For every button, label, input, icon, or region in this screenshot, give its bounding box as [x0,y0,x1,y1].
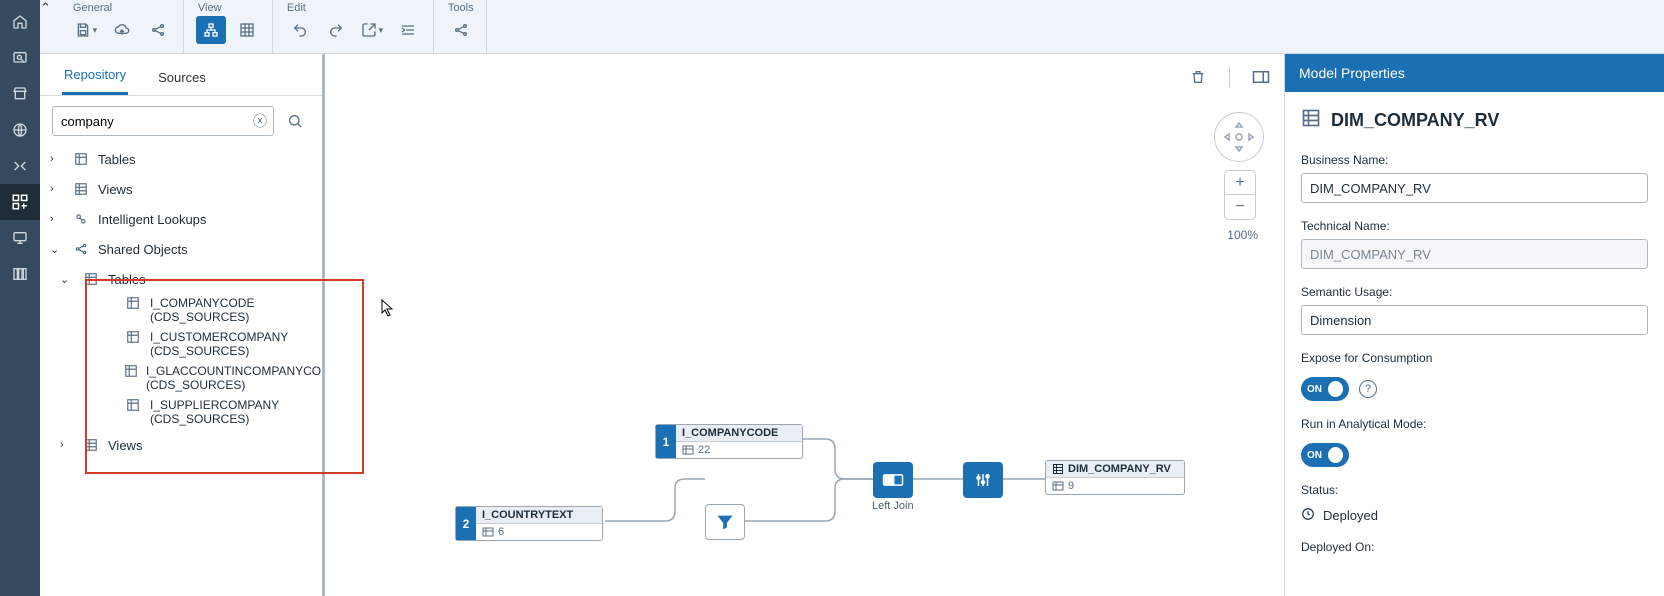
tree-item-suppliercompany[interactable]: I_SUPPLIERCOMPANY(CDS_SOURCES) [40,396,322,430]
expose-toggle[interactable]: ON [1301,377,1349,401]
node-i-countrytext[interactable]: 2 I_COUNTRYTEXT 6 [455,506,603,541]
vertical-nav [0,0,40,596]
export-button[interactable]: ▾ [357,16,387,44]
search-box[interactable]: ⓧ [52,106,274,136]
tree-item-customercompany[interactable]: I_CUSTOMERCOMPANY(CDS_SOURCES) [40,328,322,362]
run-analytical-toggle[interactable]: ON [1301,443,1349,467]
zoom-out-button[interactable]: − [1225,195,1255,219]
view-icon [1301,108,1321,133]
grid-view-button[interactable] [232,16,262,44]
tree-node-views[interactable]: ›Views [40,174,322,204]
properties-panel: Model Properties DIM_COMPANY_RV Business… [1284,54,1664,596]
ribbon-label-tools: Tools [444,2,476,16]
expose-label: Expose for Consumption [1301,351,1648,365]
ribbon-label-view: View [194,2,262,16]
nav-search-icon[interactable] [0,40,40,76]
graph-view-button[interactable] [196,16,226,44]
nav-columns-icon[interactable] [0,256,40,292]
status-value: Deployed [1323,508,1378,523]
ribbon-label-general: General [69,2,173,16]
tree-node-shared-views[interactable]: ›Views [40,430,322,460]
nav-monitor-icon[interactable] [0,220,40,256]
table-icon [124,296,142,310]
node-output[interactable]: DIM_COMPANY_RV 9 [1045,460,1185,495]
tree-node-shared-objects[interactable]: ⌄Shared Objects [40,234,322,264]
technical-name-label: Technical Name: [1301,219,1648,233]
node-i-companycode[interactable]: 1 I_COMPANYCODE 22 [655,424,803,459]
repository-tree: ›Tables ›Views ›Intelligent Lookups ⌄Sha… [40,142,322,596]
semantic-usage-label: Semantic Usage: [1301,285,1648,299]
panel-toggle-button[interactable] [1248,64,1274,90]
properties-header: Model Properties [1285,54,1664,92]
panel-tabs: Repository Sources [40,54,322,96]
redo-button[interactable] [321,16,351,44]
tree-item-glaccountincompany[interactable]: I_GLACCOUNTINCOMPANYCO(CDS_SOURCES) [40,362,322,396]
run-analytical-label: Run in Analytical Mode: [1301,417,1648,431]
object-name: DIM_COMPANY_RV [1331,110,1499,131]
ribbon-group-edit: Edit ▾ [273,0,434,53]
impact-button[interactable] [446,16,476,44]
workspace: Repository Sources ⓧ ›Tables ›Views ›Int… [40,54,1664,596]
technical-name-input [1301,239,1648,269]
ribbon-toolbar: ⌃ General ▾ View Edit ▾ [40,0,1664,54]
clear-search-icon[interactable]: ⓧ [253,111,267,131]
divider [1229,67,1230,87]
business-name-input[interactable] [1301,173,1648,203]
main-area: ⌃ General ▾ View Edit ▾ [40,0,1664,596]
table-icon [124,330,142,344]
status-label: Status: [1301,483,1648,497]
pan-wheel[interactable] [1214,112,1264,162]
deployed-on-label: Deployed On: [1301,540,1648,554]
table-icon [124,364,138,378]
indent-button[interactable] [393,16,423,44]
nav-tools-icon[interactable] [0,148,40,184]
filter-node[interactable] [705,504,745,540]
nav-store-icon[interactable] [0,76,40,112]
deploy-button[interactable] [107,16,137,44]
nav-model-icon[interactable] [0,184,40,220]
tree-node-tables[interactable]: ›Tables [40,144,322,174]
semantic-usage-select[interactable] [1301,305,1648,335]
join-node[interactable] [873,462,913,498]
search-input[interactable] [61,114,253,129]
zoom-controls: + − [1224,170,1256,220]
ribbon-label-edit: Edit [283,2,423,16]
nav-globe-icon[interactable] [0,112,40,148]
zoom-level: 100% [1227,228,1258,242]
ribbon-group-tools: Tools [434,0,487,53]
tree-item-companycode[interactable]: I_COMPANYCODE(CDS_SOURCES) [40,294,322,328]
nav-home-icon[interactable] [0,4,40,40]
tree-node-intelligent-lookups[interactable]: ›Intelligent Lookups [40,204,322,234]
mouse-cursor-icon [381,299,395,322]
delete-button[interactable] [1185,64,1211,90]
clock-icon [1301,507,1315,524]
business-name-label: Business Name: [1301,153,1648,167]
join-label: Left Join [872,500,914,512]
transform-node[interactable] [963,462,1003,498]
search-button[interactable] [280,106,310,136]
undo-button[interactable] [285,16,315,44]
diagram-canvas[interactable]: + − 100% 1 I_COMPANYCODE 22 2 [325,54,1284,596]
ribbon-collapse-icon[interactable]: ⌃ [40,0,51,53]
save-button[interactable]: ▾ [71,16,101,44]
tab-repository[interactable]: Repository [62,57,128,95]
ribbon-group-view: View [184,0,273,53]
left-panel: Repository Sources ⓧ ›Tables ›Views ›Int… [40,54,325,596]
tab-sources[interactable]: Sources [156,60,208,95]
zoom-in-button[interactable]: + [1225,171,1255,195]
help-icon[interactable]: ? [1359,380,1377,398]
share-button[interactable] [143,16,173,44]
table-icon [124,398,142,412]
tree-node-shared-tables[interactable]: ⌄Tables [40,264,322,294]
ribbon-group-general: General ▾ [51,0,184,53]
